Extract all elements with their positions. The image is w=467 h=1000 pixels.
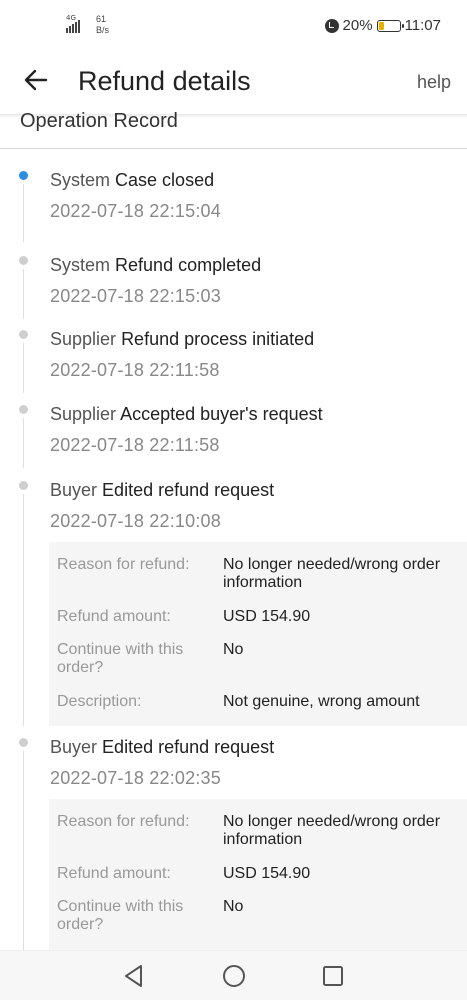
detail-key: Reason for refund:	[57, 813, 190, 830]
network-type: 4G	[66, 14, 76, 22]
signal-icon: 4G	[66, 14, 80, 33]
app-header: Refund details help	[0, 52, 467, 114]
detail-value: USD 154.90	[223, 608, 311, 625]
nav-recents-button[interactable]	[320, 963, 346, 989]
network-speed: 61 B/s	[96, 14, 110, 35]
event-action: Case closed	[115, 170, 215, 190]
arrow-left-icon	[24, 69, 48, 91]
detail-key: Continue with this order?	[57, 641, 184, 676]
event-actor: System	[50, 170, 111, 190]
system-nav-bar	[0, 950, 467, 1000]
nav-home-button[interactable]	[221, 963, 247, 989]
detail-value: No longer needed/wrong order information	[223, 556, 441, 591]
back-button[interactable]	[22, 66, 52, 96]
detail-key: Reason for refund:	[57, 556, 190, 573]
detail-key: Description:	[57, 693, 142, 710]
detail-key: Continue with this order?	[57, 898, 184, 933]
event-action: Edited refund request	[102, 480, 275, 500]
event-actor: Buyer	[50, 737, 98, 757]
detail-value: No	[223, 641, 244, 658]
timeline-dot	[19, 171, 28, 180]
status-bar: 4G 61 B/s 20% 11:07	[0, 0, 467, 52]
detail-key: Refund amount:	[57, 865, 171, 882]
detail-key: Refund amount:	[57, 608, 171, 625]
help-link[interactable]: help	[417, 72, 451, 93]
nav-back-button[interactable]	[121, 963, 147, 989]
event-actor: Supplier	[50, 404, 117, 424]
operation-timeline[interactable]: System Case closed 2022-07-18 22:15:04 S…	[0, 150, 467, 950]
refund-detail-card: Reason for refund: No longer needed/wron…	[49, 542, 467, 726]
battery-icon	[376, 19, 404, 32]
detail-value: No	[223, 898, 244, 915]
timeline-dot	[19, 738, 28, 747]
timeline-dot	[19, 330, 28, 339]
event-action: Accepted buyer's request	[120, 404, 323, 424]
timeline-dot	[19, 405, 28, 414]
event-time: 2022-07-18 22:15:03	[50, 286, 221, 306]
clock: 11:07	[404, 17, 441, 34]
event-time: 2022-07-18 22:10:08	[50, 511, 221, 531]
page-title: Refund details	[78, 66, 251, 96]
detail-value: Not genuine, wrong amount	[223, 693, 420, 710]
timeline-dot	[19, 481, 28, 490]
battery-percent: 20%	[342, 17, 373, 34]
timeline-dot	[19, 256, 28, 265]
triangle-back-icon	[125, 965, 142, 987]
refund-detail-card: Reason for refund: No longer needed/wron…	[49, 799, 467, 950]
circle-home-icon	[223, 965, 245, 987]
detail-value: No longer needed/wrong order information	[223, 813, 441, 848]
square-recents-icon	[323, 966, 343, 986]
event-time: 2022-07-18 22:02:35	[50, 768, 221, 788]
detail-value: USD 154.90	[223, 865, 311, 882]
event-actor: System	[50, 255, 111, 275]
divider	[0, 148, 467, 149]
event-actor: Buyer	[50, 480, 98, 500]
event-action: Refund completed	[115, 255, 262, 275]
alarm-icon	[324, 18, 339, 33]
section-title: Operation Record	[20, 110, 178, 132]
event-time: 2022-07-18 22:11:58	[50, 360, 220, 380]
event-time: 2022-07-18 22:11:58	[50, 435, 220, 455]
event-action: Refund process initiated	[121, 329, 315, 349]
event-action: Edited refund request	[102, 737, 275, 757]
event-time: 2022-07-18 22:15:04	[50, 201, 221, 221]
event-actor: Supplier	[50, 329, 117, 349]
